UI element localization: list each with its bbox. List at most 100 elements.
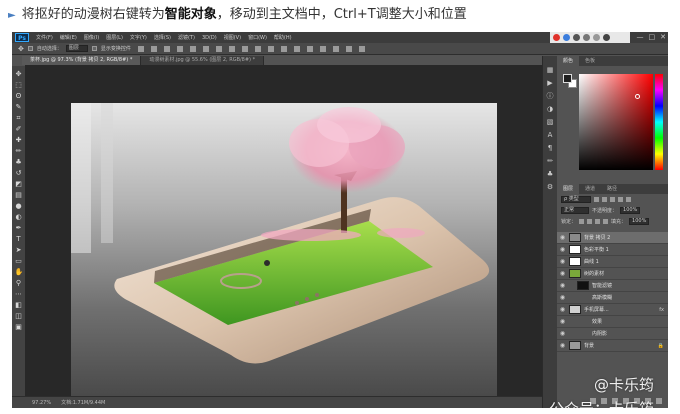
fill-input[interactable]: 100% <box>629 218 650 225</box>
tab-swatches[interactable]: 色板 <box>579 56 601 66</box>
visibility-eye-icon[interactable]: ◉ <box>559 306 566 313</box>
menu-image[interactable]: 图像(I) <box>84 34 99 41</box>
history-panel-icon[interactable]: ▦ <box>546 66 554 74</box>
blur-tool-icon[interactable]: ● <box>15 202 23 210</box>
visibility-eye-icon[interactable]: ◉ <box>559 270 566 277</box>
brush-tool-icon[interactable]: ✏ <box>15 147 23 155</box>
menu-edit[interactable]: 编辑(E) <box>60 34 77 41</box>
actions-panel-icon[interactable]: ▶ <box>546 79 554 87</box>
pen-tool-icon[interactable]: ✒ <box>15 224 23 232</box>
menu-layer[interactable]: 图层(L) <box>106 34 123 41</box>
maximize-icon[interactable]: □ <box>649 33 656 41</box>
tray-icon[interactable] <box>563 34 570 41</box>
character-panel-icon[interactable]: A <box>546 131 554 139</box>
quick-mask-icon[interactable]: ◫ <box>15 312 23 320</box>
layer-row[interactable]: ◉ 背景 拷贝 2 <box>557 232 668 244</box>
distribute-center-icon[interactable] <box>267 45 274 52</box>
distribute-top-icon[interactable] <box>215 45 222 52</box>
ime-icon[interactable] <box>553 34 560 41</box>
styles-panel-icon[interactable]: ▧ <box>546 118 554 126</box>
3d-rotate-icon[interactable] <box>319 45 326 52</box>
tray-icon[interactable] <box>603 34 610 41</box>
crop-tool-icon[interactable]: ⌗ <box>15 114 23 122</box>
align-middle-icon[interactable] <box>150 45 157 52</box>
align-left-icon[interactable] <box>176 45 183 52</box>
3d-drag-icon[interactable] <box>345 45 352 52</box>
align-right-icon[interactable] <box>202 45 209 52</box>
clone-stamp-tool-icon[interactable]: ♣ <box>15 158 23 166</box>
lock-image-icon[interactable] <box>587 219 593 224</box>
tab-paths[interactable]: 路径 <box>601 184 623 194</box>
tray-icon[interactable] <box>583 34 590 41</box>
layer-kind-filter[interactable]: ρ 类型 <box>561 196 591 203</box>
layer-row[interactable]: ◉ 智能滤镜 <box>557 280 668 292</box>
auto-select-checkbox[interactable] <box>27 46 33 51</box>
auto-select-dropdown[interactable]: 图层 <box>65 45 88 52</box>
align-bottom-icon[interactable] <box>163 45 170 52</box>
menu-select[interactable]: 选择(S) <box>154 34 171 41</box>
delete-layer-icon[interactable] <box>656 398 662 404</box>
adjustments-panel-icon[interactable]: ◑ <box>546 105 554 113</box>
visibility-eye-icon[interactable]: ◉ <box>559 246 566 253</box>
auto-align-icon[interactable] <box>293 45 300 52</box>
3d-slide-icon[interactable] <box>358 45 365 52</box>
tray-icon[interactable] <box>573 34 580 41</box>
tab-channels[interactable]: 通道 <box>579 184 601 194</box>
distribute-right-icon[interactable] <box>280 45 287 52</box>
tray-icon[interactable] <box>593 34 600 41</box>
visibility-eye-icon[interactable]: ◉ <box>559 318 566 325</box>
layer-row[interactable]: ◉ 手机屏幕... fx <box>557 304 668 316</box>
brush-panel-icon[interactable]: ✏ <box>546 157 554 165</box>
3d-roll-icon[interactable] <box>332 45 339 52</box>
eyedropper-tool-icon[interactable]: ✐ <box>15 125 23 133</box>
menu-view[interactable]: 视图(V) <box>224 34 241 41</box>
hand-tool-icon[interactable]: ✋ <box>15 268 24 276</box>
menu-filter[interactable]: 滤镜(T) <box>178 34 195 41</box>
menu-help[interactable]: 帮助(H) <box>274 34 292 41</box>
move-tool-icon[interactable]: ✥ <box>18 45 24 53</box>
lock-all-icon[interactable] <box>603 219 609 224</box>
menu-window[interactable]: 窗口(W) <box>248 34 267 41</box>
history-brush-tool-icon[interactable]: ↺ <box>15 169 23 177</box>
layer-row[interactable]: ◉ 色彩平衡 1 <box>557 244 668 256</box>
properties-panel-icon[interactable]: ⓘ <box>546 92 554 100</box>
menu-3d[interactable]: 3D(D) <box>202 35 217 41</box>
layer-row[interactable]: ◉ 曲线 1 <box>557 256 668 268</box>
color-swatches-icon[interactable]: ◧ <box>15 301 23 309</box>
zoom-tool-icon[interactable]: ⚲ <box>15 279 23 287</box>
filter-smart-icon[interactable] <box>626 197 631 202</box>
filter-type-icon[interactable] <box>610 197 615 202</box>
paragraph-panel-icon[interactable]: ¶ <box>546 144 554 152</box>
distribute-left-icon[interactable] <box>254 45 261 52</box>
visibility-eye-icon[interactable]: ◉ <box>559 234 566 241</box>
eraser-tool-icon[interactable]: ◩ <box>15 180 23 188</box>
quick-select-tool-icon[interactable]: ✎ <box>15 103 23 111</box>
marquee-tool-icon[interactable]: ⬚ <box>15 81 23 89</box>
menu-type[interactable]: 文字(Y) <box>130 34 147 41</box>
filter-adjust-icon[interactable] <box>602 197 607 202</box>
align-center-icon[interactable] <box>189 45 196 52</box>
tab-layers[interactable]: 图层 <box>557 184 580 194</box>
opacity-input[interactable]: 100% <box>620 207 641 214</box>
close-icon[interactable]: ✕ <box>660 33 666 41</box>
blend-mode-dropdown[interactable]: 正常 <box>561 207 589 214</box>
layer-row[interactable]: ◉ 效果 <box>557 316 668 328</box>
visibility-eye-icon[interactable]: ◉ <box>559 294 566 301</box>
path-select-tool-icon[interactable]: ➤ <box>15 246 23 254</box>
minimize-icon[interactable]: — <box>637 33 644 41</box>
lasso-tool-icon[interactable]: ʘ <box>15 92 23 100</box>
healing-brush-tool-icon[interactable]: ✚ <box>15 136 23 144</box>
layer-fx-badge[interactable]: fx <box>659 307 664 313</box>
foreground-color-swatch[interactable] <box>563 74 572 83</box>
filter-shape-icon[interactable] <box>618 197 623 202</box>
layer-row[interactable]: ◉ 背景 🔒 <box>557 340 668 352</box>
filter-pixel-icon[interactable] <box>594 197 599 202</box>
distribute-middle-icon[interactable] <box>228 45 235 52</box>
show-transform-checkbox[interactable] <box>91 46 97 51</box>
document-canvas[interactable] <box>71 103 497 396</box>
visibility-eye-icon[interactable]: ◉ <box>559 282 566 289</box>
layer-row[interactable]: ◉ 内阴影 <box>557 328 668 340</box>
visibility-eye-icon[interactable]: ◉ <box>559 342 566 349</box>
layer-row[interactable]: ◉ 高斯模糊 <box>557 292 668 304</box>
menu-file[interactable]: 文件(F) <box>36 34 53 41</box>
